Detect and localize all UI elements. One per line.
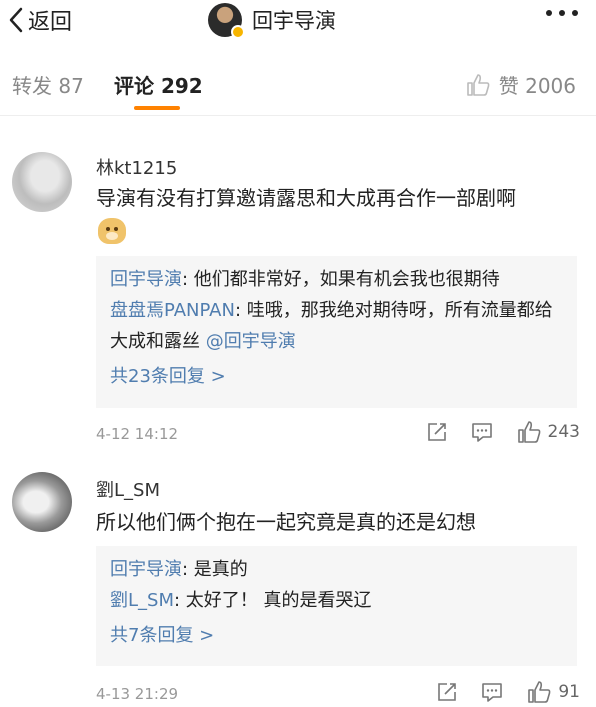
share-icon xyxy=(438,683,457,701)
top-bar: 返回 回宇导演 xyxy=(0,0,596,52)
reply-username[interactable]: 回宇导演 xyxy=(110,559,182,580)
comment-text: 所以他们俩个抱在一起究竟是真的还是幻想 xyxy=(96,510,476,534)
more-icon[interactable] xyxy=(546,10,578,16)
account-title[interactable]: 回宇导演 xyxy=(208,0,336,40)
comment-meta: 4-12 14:12 243 xyxy=(96,420,580,450)
reply-text: : 太好了！ 真的是看哭辽 xyxy=(173,590,372,611)
comment-username[interactable]: 林kt1215 xyxy=(96,154,177,180)
more-replies-link[interactable]: 共23条回复 > xyxy=(110,361,563,393)
comment-time: 4-13 21:29 xyxy=(96,685,179,703)
tab-comment[interactable]: 评论 292 xyxy=(114,70,203,99)
like-icon xyxy=(466,73,490,96)
chevron-left-icon xyxy=(9,7,23,33)
reply-line: 回宇导演: 他们都非常好，如果有机会我也很期待 xyxy=(110,264,563,295)
reply-username[interactable]: 盘盘焉PANPAN xyxy=(110,300,235,321)
reply-line: 劉L_SM: 太好了！ 真的是看哭辽 xyxy=(110,585,563,616)
comment-time: 4-12 14:12 xyxy=(96,425,179,443)
reply-line: 回宇导演: 是真的 xyxy=(110,554,563,585)
reply-box[interactable]: 回宇导演: 他们都非常好，如果有机会我也很期待 盘盘焉PANPAN: 哇哦，那我… xyxy=(96,256,577,408)
like-icon xyxy=(528,681,551,703)
avatar[interactable] xyxy=(12,472,72,532)
reply-text: : 是真的 xyxy=(182,559,248,580)
back-button[interactable]: 返回 xyxy=(8,4,72,36)
reply-text: : 他们都非常好，如果有机会我也很期待 xyxy=(182,269,500,290)
reply-button[interactable] xyxy=(470,421,494,443)
like-count: 91 xyxy=(558,682,580,702)
back-label: 返回 xyxy=(28,10,73,35)
tab-active-indicator xyxy=(134,106,180,110)
tab-bar: 转发 87 评论 292 赞 2006 xyxy=(0,52,596,116)
comment-username[interactable]: 劉L_SM xyxy=(96,476,160,502)
reply-button[interactable] xyxy=(480,681,504,703)
like-button[interactable]: 243 xyxy=(516,420,580,444)
comment-text: 导演有没有打算邀请露思和大成再合作一部剧啊 xyxy=(96,186,516,210)
avatar xyxy=(208,3,245,39)
comment-meta: 4-13 21:29 91 xyxy=(96,680,580,707)
reply-line: 盘盘焉PANPAN: 哇哦，那我绝对期待呀，所有流量都给大成和露丝 @回宇导演 xyxy=(110,295,563,357)
tab-like[interactable]: 赞 2006 xyxy=(465,70,576,99)
comment-actions: 243 xyxy=(404,420,580,444)
comment-actions: 91 xyxy=(414,680,580,704)
verified-badge-icon xyxy=(231,25,245,39)
like-tab-label: 赞 2006 xyxy=(498,74,576,98)
avatar[interactable] xyxy=(12,152,72,212)
share-button[interactable] xyxy=(436,681,458,703)
account-name: 回宇导演 xyxy=(252,9,336,33)
reply-icon xyxy=(482,683,503,702)
tab-repost[interactable]: 转发 87 xyxy=(12,70,84,99)
share-icon xyxy=(427,423,446,441)
reply-username[interactable]: 回宇导演 xyxy=(110,269,182,290)
dog-emoji-icon xyxy=(98,218,126,244)
like-button[interactable]: 91 xyxy=(526,680,580,704)
like-count: 243 xyxy=(547,422,580,442)
like-icon xyxy=(517,421,540,443)
reply-box[interactable]: 回宇导演: 是真的 劉L_SM: 太好了！ 真的是看哭辽 共7条回复 > xyxy=(96,546,577,666)
share-button[interactable] xyxy=(426,421,448,443)
mention-link[interactable]: @回宇导演 xyxy=(206,331,296,352)
reply-icon xyxy=(471,423,492,442)
reply-username[interactable]: 劉L_SM xyxy=(110,590,174,611)
more-replies-link[interactable]: 共7条回复 > xyxy=(110,620,563,652)
